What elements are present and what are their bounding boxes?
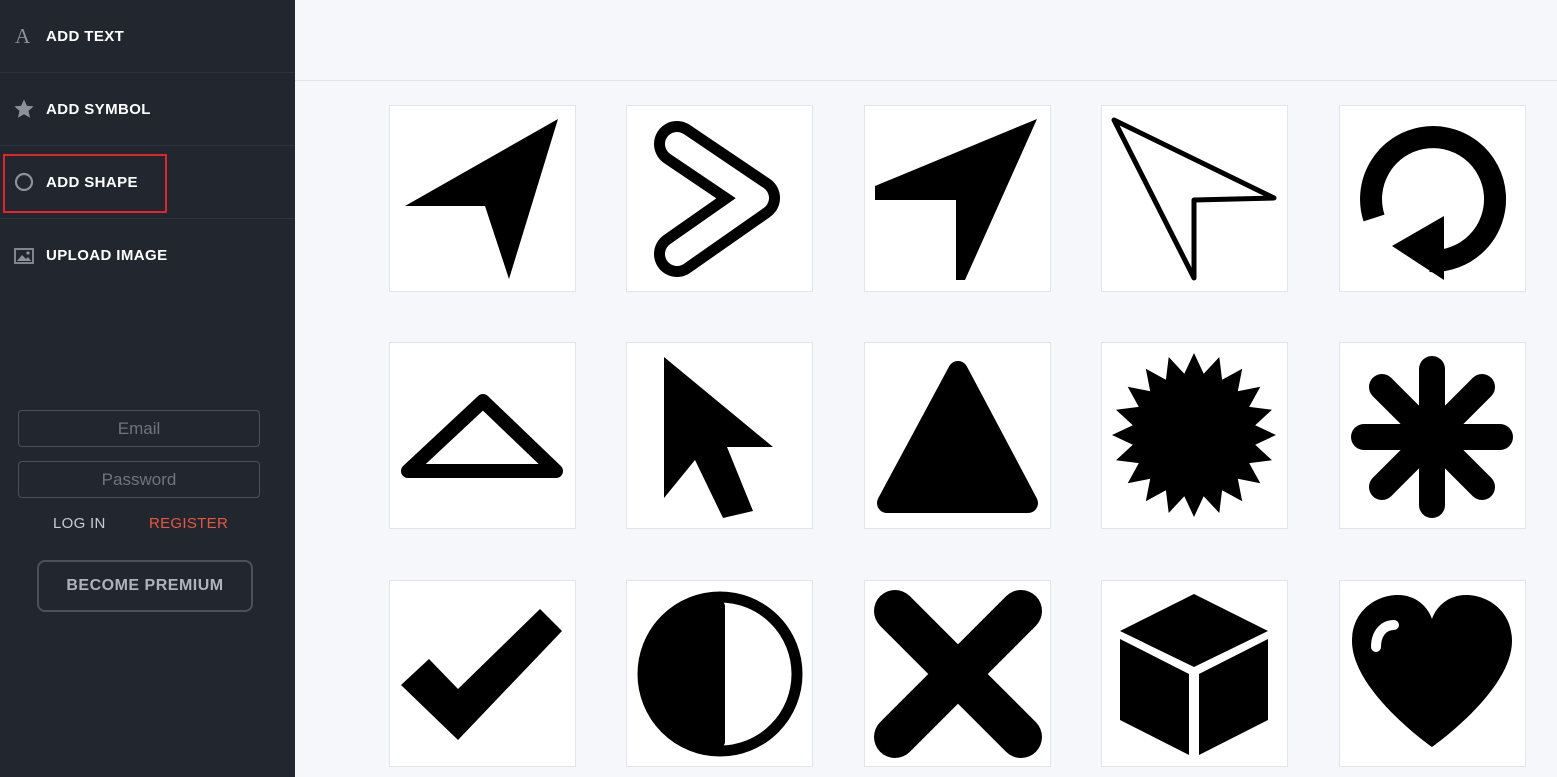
add-symbol-label: ADD SYMBOL	[46, 100, 151, 118]
image-icon	[12, 244, 36, 268]
shape-tile-x-cross[interactable]	[864, 580, 1051, 767]
email-field[interactable]	[18, 410, 260, 447]
star-icon	[12, 97, 36, 121]
starburst-shape-icon	[1112, 353, 1276, 517]
heart-shape-icon	[1352, 595, 1512, 747]
navigation-arrow-shape-icon	[405, 119, 558, 279]
triangle-outline-shape-icon	[401, 394, 563, 478]
cursor-outline-shape-icon	[1111, 117, 1277, 281]
svg-text:A: A	[15, 25, 31, 47]
login-link[interactable]: LOG IN	[53, 515, 106, 532]
add-text-menu-item[interactable]: A ADD TEXT	[0, 0, 295, 73]
checkmark-shape-icon	[401, 609, 562, 740]
top-toolbar	[295, 0, 1557, 81]
refresh-arrow-shape-icon	[1360, 126, 1507, 280]
register-link[interactable]: REGISTER	[149, 515, 228, 532]
shape-tile-cube[interactable]	[1101, 580, 1288, 767]
add-shape-menu-item[interactable]: ADD SHAPE	[0, 146, 295, 219]
shape-tile-refresh-arrow[interactable]	[1339, 105, 1526, 292]
shape-tile-chevron-right-outline[interactable]	[626, 105, 813, 292]
password-field[interactable]	[18, 461, 260, 498]
shape-tile-half-circle[interactable]	[626, 580, 813, 767]
location-arrow-shape-icon	[875, 119, 1037, 280]
chevron-right-outline-shape-icon	[654, 121, 780, 277]
asterisk-shape-icon	[1351, 356, 1513, 518]
add-text-label: ADD TEXT	[46, 27, 125, 45]
add-shape-label: ADD SHAPE	[46, 173, 138, 191]
cube-shape-icon	[1120, 594, 1268, 755]
x-cross-shape-icon	[874, 590, 1042, 758]
shape-tile-asterisk[interactable]	[1339, 342, 1526, 529]
sidebar: A ADD TEXT ADD SYMBOL ADD SHAPE UPLOAD I…	[0, 0, 295, 777]
add-symbol-menu-item[interactable]: ADD SYMBOL	[0, 73, 295, 146]
shape-tile-navigation-arrow[interactable]	[389, 105, 576, 292]
shape-tile-cursor-outline[interactable]	[1101, 105, 1288, 292]
half-circle-contrast-shape-icon	[637, 591, 803, 757]
mouse-pointer-shape-icon	[664, 357, 773, 518]
shape-tile-heart[interactable]	[1339, 580, 1526, 767]
become-premium-button[interactable]: BECOME PREMIUM	[37, 560, 253, 612]
circle-outline-icon	[12, 170, 36, 194]
shape-tile-triangle-outline[interactable]	[389, 342, 576, 529]
upload-image-menu-item[interactable]: UPLOAD IMAGE	[0, 219, 295, 292]
shape-tile-starburst[interactable]	[1101, 342, 1288, 529]
letter-a-icon: A	[12, 24, 36, 48]
shape-tile-rounded-triangle[interactable]	[864, 342, 1051, 529]
upload-image-label: UPLOAD IMAGE	[46, 247, 168, 264]
rounded-triangle-shape-icon	[877, 361, 1038, 513]
shape-tile-checkmark[interactable]	[389, 580, 576, 767]
shape-tile-mouse-pointer[interactable]	[626, 342, 813, 529]
shape-tile-location-arrow[interactable]	[864, 105, 1051, 292]
